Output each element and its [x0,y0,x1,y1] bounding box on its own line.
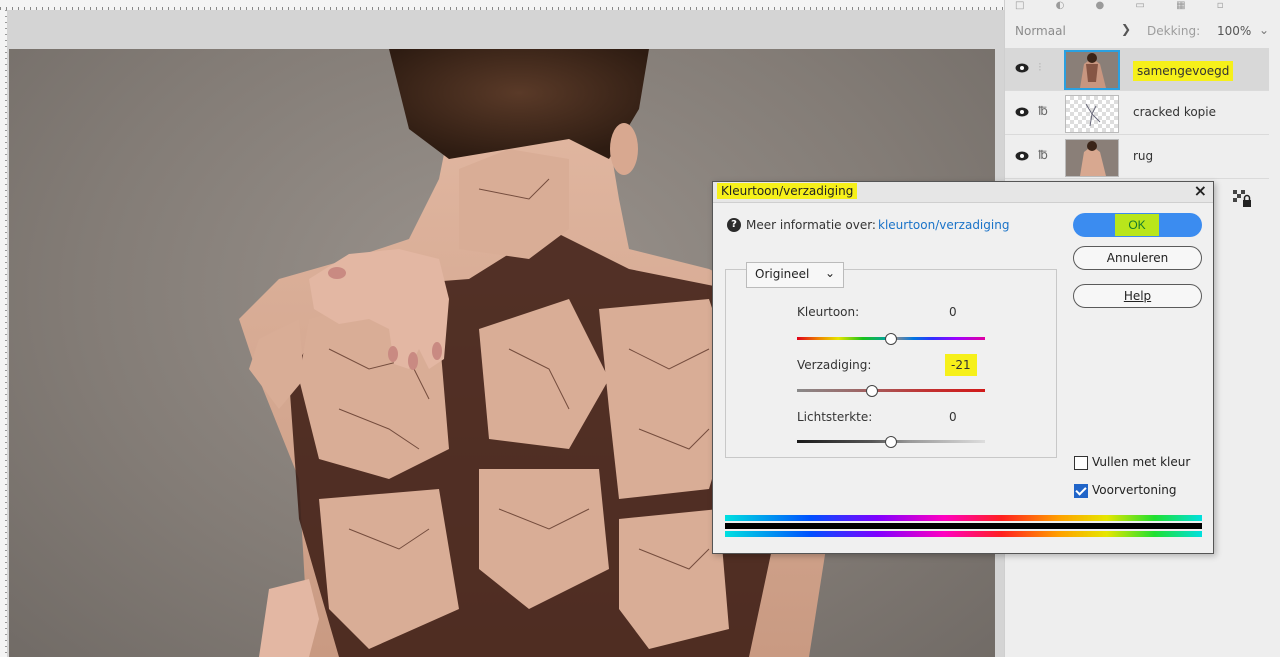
hue-saturation-dialog: Kleurtoon/verzadiging × ? Meer informati… [712,181,1214,554]
hue-label: Kleurtoon: [797,305,860,319]
eye-icon[interactable] [1015,151,1029,161]
lightness-value[interactable]: 0 [949,410,957,424]
output-color-bar [725,531,1202,537]
info-label: Meer informatie over: [746,218,876,232]
ok-button[interactable]: OK [1073,213,1202,237]
layer-thumbnail [1065,139,1119,177]
blend-mode-select[interactable]: Normaal [1015,24,1066,38]
hue-value[interactable]: 0 [949,305,957,319]
preset-select[interactable]: Origineel ⌄ [746,262,844,288]
opacity-value[interactable]: 100% [1217,24,1251,38]
chevron-down-icon[interactable]: ❯ [1121,22,1131,36]
eye-icon[interactable] [1015,107,1029,117]
ok-label: OK [1115,214,1159,236]
cancel-button[interactable]: Annuleren [1073,246,1202,270]
layer-row-cracked-kopie[interactable]: ℔ cracked kopie [1005,92,1269,135]
layer-thumbnail [1065,95,1119,133]
close-icon[interactable]: × [1194,181,1207,200]
preview-label[interactable]: Voorvertoning [1092,483,1177,497]
info-link[interactable]: kleurtoon/verzadiging [878,218,1009,232]
lightness-label: Lichtsterkte: [797,410,873,424]
range-bar [725,523,1202,529]
opacity-label: Dekking: [1147,24,1201,38]
input-color-bar [725,515,1202,521]
blend-row: Normaal ❯ Dekking: 100% ⌄ [1015,20,1275,44]
lightness-slider-thumb[interactable] [885,436,897,448]
dialog-title: Kleurtoon/verzadiging [717,183,858,199]
layer-name[interactable]: rug [1133,149,1153,163]
help-button[interactable]: Help [1073,284,1202,308]
layer-name[interactable]: samengevoegd [1133,61,1234,81]
layer-row-rug[interactable]: ℔ rug [1005,136,1269,179]
adjustment-group: Origineel ⌄ [725,262,1057,458]
colorize-checkbox[interactable] [1074,456,1088,470]
lock-transparency-icon[interactable] [1232,189,1252,209]
preset-label: Origineel [755,267,810,281]
dialog-titlebar[interactable]: Kleurtoon/verzadiging × [713,181,1213,203]
chevron-down-icon[interactable]: ⌄ [1259,23,1269,37]
layer-thumbnail [1064,50,1120,90]
layer-row-samengevoegd[interactable]: ⁝ samengevoegd [1005,48,1269,91]
panel-toolbar-icons: □ ◐ ● ▭ ▦ ▫ [1015,0,1238,11]
hue-slider[interactable] [797,333,985,345]
saturation-slider[interactable] [797,385,985,397]
link-icon[interactable]: ℔ [1038,148,1048,162]
hue-slider-thumb[interactable] [885,333,897,345]
lightness-slider[interactable] [797,436,985,448]
chevron-down-icon: ⌄ [825,266,836,280]
preview-checkbox[interactable] [1074,484,1088,498]
colorize-label[interactable]: Vullen met kleur [1092,455,1190,469]
layer-name[interactable]: cracked kopie [1133,105,1216,119]
link-icon[interactable]: ⁝ [1038,60,1042,74]
link-icon[interactable]: ℔ [1038,104,1048,118]
help-label: Help [1123,289,1152,303]
vertical-ruler [0,10,7,657]
saturation-value[interactable]: -21 [945,354,977,376]
saturation-label: Verzadiging: [797,358,872,372]
eye-icon[interactable] [1015,63,1029,73]
help-circle-icon: ? [727,218,741,232]
